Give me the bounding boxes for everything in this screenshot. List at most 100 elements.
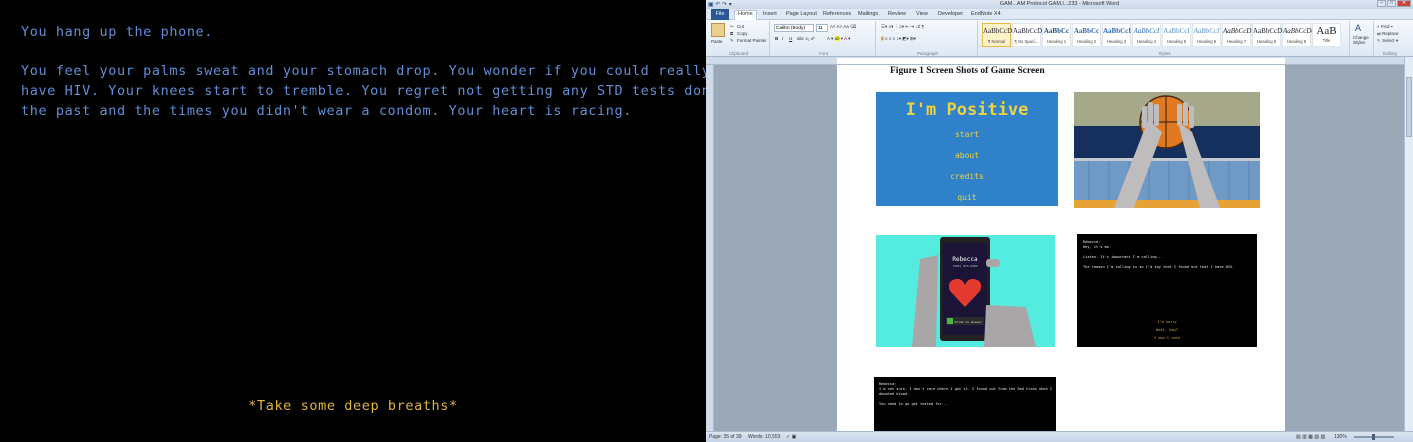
font-label: Font [818,51,828,56]
close-button[interactable]: ✕ [1397,0,1411,7]
style-heading-9[interactable]: AaBbCcDc Heading 9 [1282,23,1315,47]
strikethrough-button[interactable]: abc x₂ x² [797,36,815,41]
style-heading-1[interactable]: AaBbCc Heading 1 [1042,23,1071,47]
view-buttons[interactable]: ▤ ▥ ▦ ▧ ▨ [1296,434,1325,440]
page-count[interactable]: Page: 35 of 39 [709,434,742,440]
tab-file[interactable]: File [711,9,729,20]
scrollbar-thumb[interactable] [1406,77,1412,137]
proofing-icon[interactable]: ✓ ▣ [786,434,796,440]
paragraph-label: Paragraph [916,51,938,56]
choice-option[interactable]: *Take some deep breaths* [0,398,706,414]
dialog-line: Rebecca: [879,382,897,386]
change-styles-button[interactable]: Change Styles [1353,35,1373,45]
style-heading-5[interactable]: AaBbCcI Heading 5 [1162,23,1191,47]
tab-review[interactable]: Review [888,11,906,17]
slide-to-answer: Slide to answer [954,320,981,324]
style-heading-2[interactable]: AaBbCc Heading 2 [1072,23,1101,47]
font-size-buttons[interactable]: A˄ A˅ Aa ⌫ [830,24,856,30]
basketball-scene-image [1074,92,1260,208]
vertical-ruler[interactable] [706,65,714,431]
style-heading-7[interactable]: AaBbCcD Heading 7 [1222,23,1251,47]
figure-caption: Figure 1 Screen Shots of Game Screen [890,66,1045,76]
style-normal[interactable]: AaBbCcDc ¶ Normal [982,23,1015,47]
styles-label: Styles [1158,51,1171,56]
tab-references[interactable]: References [823,11,851,17]
cursor-icon: ↖ [1377,38,1381,43]
replace-icon: ⇄ [1377,31,1381,36]
search-icon: ⌕ [1377,24,1380,29]
zoom-slider[interactable] [1354,434,1394,440]
find-button[interactable]: ⌕ Find ▾ [1377,24,1393,29]
list-buttons[interactable]: ☰▾ ≡▾ ⋮≡▾ ⇤ ⇥ ↓Z ¶ [881,24,924,30]
underline-button[interactable]: U [789,36,792,41]
styles-group: AaBbCcDc ¶ Normal AaBbCcDc ¶ No Spaci... A… [980,21,1350,56]
dialog-line: The reason I'm calling is so I'd say tha… [1083,265,1235,269]
dialog-line: donated blood. [879,392,910,396]
paste-icon[interactable] [711,23,725,37]
replace-button[interactable]: ⇄ Replace [1377,31,1399,37]
font-size-select[interactable]: 11 [816,24,828,32]
copy-button[interactable]: ⧉ Copy [730,31,748,36]
narration-line: the past and the times you didn't wear a… [21,103,632,119]
caller-number: (555) 913-5402 [952,264,977,268]
text-effects-button[interactable]: A ▾ ab ▾ A ▾ [827,36,850,42]
zoom-slider-knob[interactable] [1372,434,1375,440]
dialog-line: You need to go get tested for... [879,402,949,406]
paste-button[interactable]: Paste [711,39,723,44]
change-styles-icon[interactable]: A [1355,23,1361,33]
narration-line: You feel your palms sweat and your stoma… [21,63,711,79]
zoom-level[interactable]: 130% [1334,434,1347,440]
style-heading-8[interactable]: AaBbCcD Heading 8 [1252,23,1282,47]
select-button[interactable]: ↖ Select ▾ [1377,38,1398,44]
cut-button[interactable]: ✂ Cut [730,24,744,29]
phone-call-image: Rebecca (555) 913-5402 Slide to answer [876,235,1055,347]
font-group: Calibri (Body) 11 A˄ A˅ Aa ⌫ B I U abc x… [772,21,876,56]
minimize-button[interactable]: – [1377,0,1386,7]
style-heading-3[interactable]: AaBbCcI Heading 3 [1102,23,1131,47]
answer-icon [947,318,953,324]
bold-button[interactable]: B [775,36,778,41]
dialog-option: I'm sorry [1157,320,1177,324]
dialog-line: Listen. It's important I'm calling... [1083,255,1164,259]
editing-label: Editing [1383,51,1397,56]
scissors-icon: ✂ [730,24,734,30]
status-bar: Page: 35 of 39 Words: 10,553 ✓ ▣ ▤ ▥ ▦ ▧… [706,431,1413,442]
clipboard-label: Clipboard [728,51,749,56]
caller-name: Rebecca [952,256,978,263]
style-heading-4[interactable]: AaBbCcI Heading 4 [1132,23,1161,47]
menu-item-about: about [954,151,980,160]
game-window: You hang up the phone. You feel your pal… [0,0,745,442]
tab-insert[interactable]: Insert [763,11,777,17]
clipboard-group: Paste ✂ Cut ⧉ Copy ✎ Format Painter Clipboa… [708,21,770,56]
italic-button[interactable]: I [782,36,783,41]
narration-line: have HIV. Your knees start to tremble. Y… [21,83,746,99]
menu-item-start: start [954,130,980,139]
tab-mailings[interactable]: Mailings [858,11,878,17]
dialog-line: I'm not sure, I don't care where I got i… [879,387,1053,391]
document-page[interactable]: Figure 1 Screen Shots of Game Screen I'm… [837,65,1285,431]
brush-icon: ✎ [730,38,734,44]
format-painter-button[interactable]: ✎ Format Painter [730,38,767,43]
menu-item-credits: credits [950,172,984,181]
copy-icon: ⧉ [730,31,734,37]
change-styles-group: A Change Styles [1352,21,1374,56]
dialog-option: I don't care [1154,336,1180,340]
tab-home[interactable]: Home [734,10,757,20]
style-heading-6[interactable]: AaBbCcI Heading 6 [1192,23,1221,47]
ribbon-home: Paste ✂ Cut ⧉ Copy ✎ Format Painter Clipboa… [706,20,1413,57]
tab-page-layout[interactable]: Page Layout [786,11,817,17]
game-title: I'm Positive [905,100,1029,120]
title-screen-image: I'm Positive start about credits quit [876,92,1058,206]
tab-view[interactable]: View [916,11,928,17]
style-title[interactable]: AaB Title [1312,23,1341,47]
font-name-select[interactable]: Calibri (Body) [774,24,814,32]
maximize-button[interactable]: □ [1387,0,1396,7]
tab-endnote[interactable]: EndNote X4 [971,11,1001,17]
tab-developer[interactable]: Developer [938,11,963,17]
horizontal-ruler[interactable] [706,57,1413,65]
vertical-scrollbar[interactable] [1404,57,1413,431]
align-buttons[interactable]: ≡ ≡ ≡ ≡ ↕▾ ◩▾ ⊞▾ [881,36,916,42]
style-no-spacing[interactable]: AaBbCcDc ¶ No Spaci... [1012,23,1045,47]
paragraph-group: ☰▾ ≡▾ ⋮≡▾ ⇤ ⇥ ↓Z ¶ ≡ ≡ ≡ ≡ ↕▾ ◩▾ ⊞▾ Para… [878,21,978,56]
word-count[interactable]: Words: 10,553 [748,434,780,440]
